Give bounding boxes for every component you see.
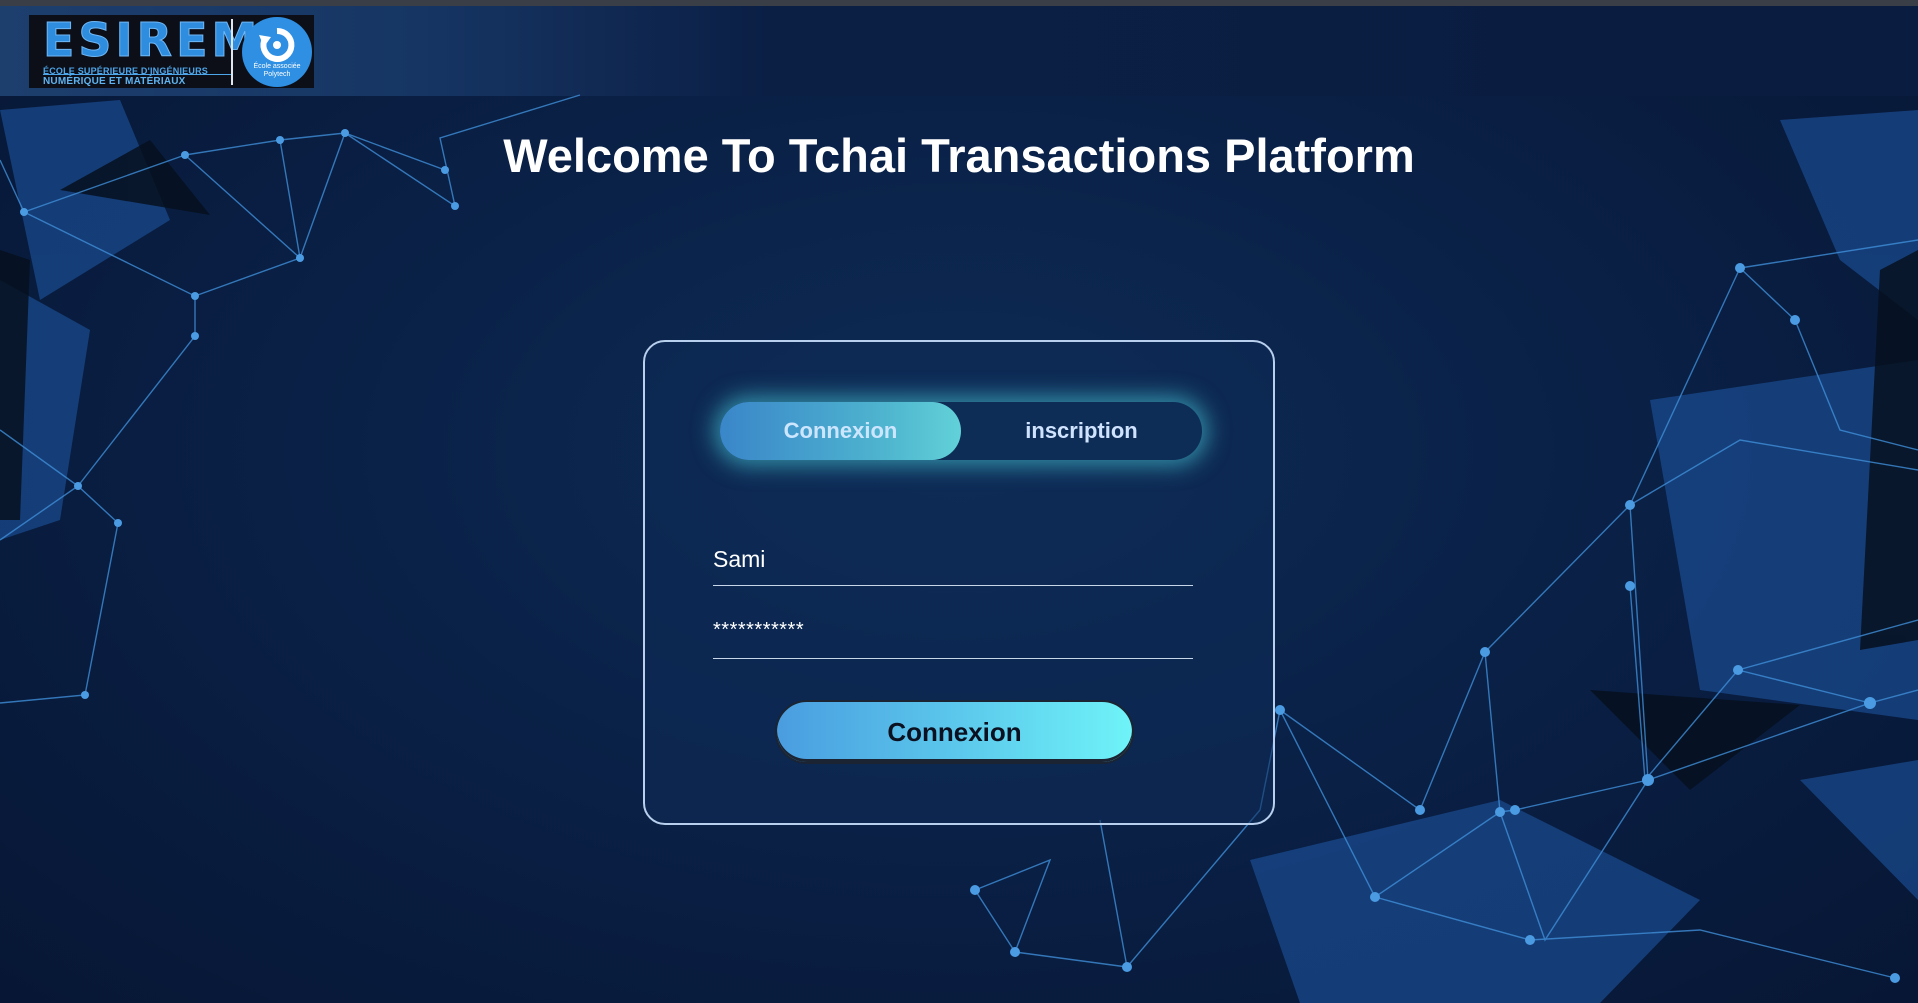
logo-divider (231, 19, 233, 85)
logo-tagline-2: NUMÉRIQUE ET MATÉRIAUX (43, 74, 233, 87)
password-input[interactable]: *********** (713, 610, 1193, 659)
polytech-badge-text: École associée Polytech (253, 63, 301, 78)
tab-connexion[interactable]: Connexion (720, 402, 961, 460)
page-title: Welcome To Tchai Transactions Platform (503, 129, 1415, 182)
login-card: Connexion inscription Sami *********** C… (643, 340, 1275, 825)
connexion-button[interactable]: Connexion (775, 700, 1134, 764)
polytech-badge-icon: École associée Polytech (242, 17, 312, 87)
auth-mode-toggle: Connexion inscription (720, 402, 1202, 460)
tab-inscription[interactable]: inscription (961, 402, 1202, 460)
logo-wordmark: ESIREM (42, 13, 262, 67)
esirem-logo: ESIREM ÉCOLE SUPÉRIEURE D'INGÉNIEURS NUM… (29, 15, 314, 88)
username-input[interactable]: Sami (713, 539, 1193, 586)
